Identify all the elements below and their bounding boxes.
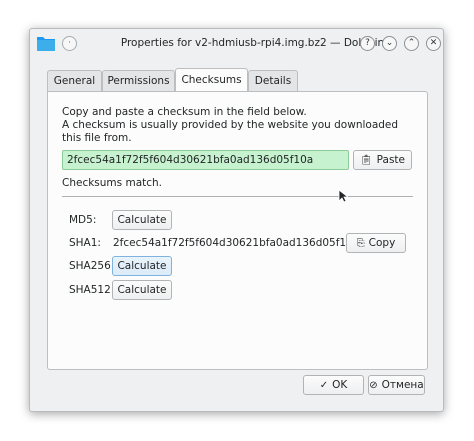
properties-dialog: · Properties for v2-hdmiusb-rpi4.img.bz2…	[29, 28, 444, 412]
copy-button[interactable]: ⎘ Copy	[346, 233, 406, 253]
ok-button[interactable]: ✓ OK	[303, 375, 364, 395]
keep-above-button[interactable]: ·	[62, 36, 77, 51]
cancel-icon: ⊘	[369, 380, 378, 391]
tab-checksums[interactable]: Checksums	[175, 68, 248, 91]
ok-label: OK	[332, 379, 348, 391]
tab-general[interactable]: General	[47, 70, 102, 92]
separator	[62, 196, 413, 197]
sha1-label: SHA1:	[69, 237, 101, 249]
tab-permissions[interactable]: Permissions	[102, 70, 175, 92]
folder-icon	[37, 37, 55, 51]
cancel-label: Отмена	[381, 379, 424, 391]
sha1-value: 2fcec54a1f72f5f604d30621bfa0ad136d05f10a	[113, 237, 360, 249]
sha512-calculate-button[interactable]: Calculate	[112, 280, 172, 300]
checksum-status: Checksums match.	[62, 177, 163, 189]
checksum-description: Copy and paste a checksum in the field b…	[62, 106, 399, 144]
mouse-cursor-icon	[338, 189, 348, 203]
paste-label: Paste	[376, 154, 406, 166]
maximize-button[interactable]: ⌃	[404, 36, 419, 51]
clipboard-icon: 📋︎	[359, 155, 373, 166]
sha256-calculate-button[interactable]: Calculate	[112, 256, 172, 276]
sha256-label: SHA256:	[69, 260, 115, 272]
check-icon: ✓	[319, 380, 329, 391]
sha512-label: SHA512:	[69, 284, 115, 296]
checksums-panel: Copy and paste a checksum in the field b…	[47, 91, 428, 370]
close-button[interactable]: ✕	[426, 36, 441, 51]
copy-label: Copy	[368, 237, 396, 249]
copy-icon: ⎘	[356, 238, 365, 249]
minimize-button[interactable]: ⌄	[382, 36, 397, 51]
md5-calculate-button[interactable]: Calculate	[112, 210, 172, 230]
title-bar[interactable]: · Properties for v2-hdmiusb-rpi4.img.bz2…	[30, 29, 443, 59]
checksum-input[interactable]	[62, 150, 349, 170]
cancel-button[interactable]: ⊘ Отмена	[368, 375, 425, 395]
paste-button[interactable]: 📋︎ Paste	[353, 150, 412, 170]
tab-details[interactable]: Details	[248, 70, 298, 92]
window-title: Properties for v2-hdmiusb-rpi4.img.bz2 —…	[120, 37, 385, 49]
md5-label: MD5:	[69, 214, 97, 226]
help-button[interactable]: ?	[360, 36, 375, 51]
